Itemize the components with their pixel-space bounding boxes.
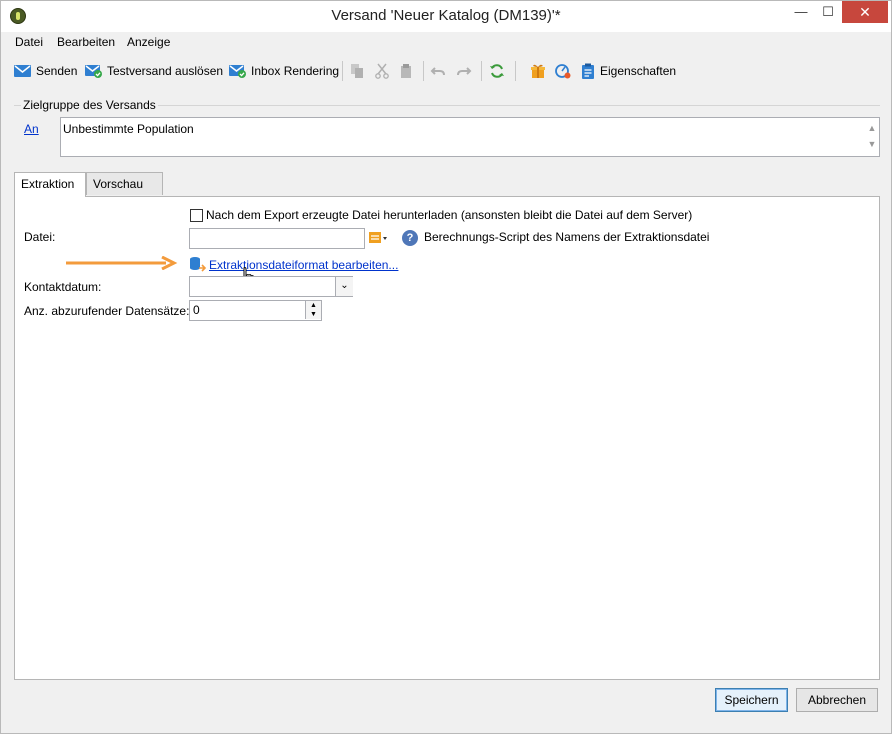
test-send-label: Testversand auslösen	[107, 64, 224, 78]
file-input[interactable]	[189, 228, 365, 249]
spin-down-icon[interactable]: ▼	[305, 310, 321, 319]
tab-extraction[interactable]: Extraktion	[14, 172, 86, 197]
copy-icon[interactable]	[349, 63, 365, 79]
expression-editor-icon[interactable]	[368, 230, 388, 246]
spin-up-icon[interactable]: ▲	[305, 301, 321, 310]
population-scrollbar[interactable]: ▲ ▼	[866, 120, 878, 154]
toolbar-separator	[342, 61, 343, 81]
maximize-button[interactable]: ☐	[814, 1, 842, 23]
envelope-check-icon	[85, 65, 102, 78]
refresh-icon[interactable]	[489, 63, 505, 79]
chevron-down-icon[interactable]: ⌄	[335, 277, 353, 296]
toolbar: Senden Testversand auslösen Inbox Render…	[1, 57, 891, 85]
toolbar-separator	[515, 61, 516, 81]
undo-icon[interactable]	[430, 63, 446, 79]
menu-datei[interactable]: Datei	[15, 35, 43, 49]
gauge-icon[interactable]	[555, 63, 571, 79]
audience-group-label: Zielgruppe des Versands	[21, 98, 158, 112]
window-title: Versand 'Neuer Katalog (DM139)'*	[331, 7, 561, 24]
contact-date-label: Kontaktdatum:	[24, 280, 102, 294]
paste-icon[interactable]	[398, 63, 414, 79]
file-label: Datei:	[24, 230, 56, 244]
save-button[interactable]: Speichern	[715, 688, 788, 712]
records-spinner[interactable]: ▲ ▼	[305, 301, 321, 320]
menu-bar: Datei Bearbeiten Anzeige	[1, 32, 891, 52]
send-button[interactable]: Senden	[14, 61, 77, 81]
arrow-annotation-icon	[66, 256, 178, 270]
records-label: Anz. abzurufender Datensätze:	[24, 304, 190, 318]
database-export-icon	[190, 257, 207, 272]
minimize-button[interactable]: —	[787, 1, 815, 23]
download-checkbox-label: Nach dem Export erzeugte Datei herunterl…	[206, 208, 693, 222]
envelope-check-icon	[229, 65, 246, 78]
redo-icon[interactable]	[456, 63, 472, 79]
menu-anzeige[interactable]: Anzeige	[127, 35, 170, 49]
help-icon[interactable]: ?	[402, 230, 418, 246]
cancel-button[interactable]: Abbrechen	[796, 688, 878, 712]
clipboard-icon	[582, 63, 594, 79]
menu-bearbeiten[interactable]: Bearbeiten	[57, 35, 115, 49]
edit-format-link[interactable]: Extraktionsdateiformat bearbeiten...	[209, 258, 398, 272]
inbox-rendering-button[interactable]: Inbox Rendering	[229, 61, 339, 81]
to-link[interactable]: An	[24, 122, 39, 136]
population-text: Unbestimmte Population	[63, 122, 194, 136]
properties-button[interactable]: Eigenschaften	[581, 61, 676, 81]
envelope-icon	[14, 65, 31, 77]
title-bar: Versand 'Neuer Katalog (DM139)'* — ☐ ✕	[1, 1, 891, 32]
contact-date-select[interactable]	[189, 276, 353, 297]
close-button[interactable]: ✕	[842, 1, 888, 23]
records-stepper[interactable]: 0	[189, 300, 322, 321]
script-label: Berechnungs-Script des Namens der Extrak…	[424, 230, 710, 244]
tab-preview[interactable]: Vorschau	[86, 172, 163, 195]
population-field[interactable]: Unbestimmte Population ▲ ▼	[60, 117, 880, 157]
toolbar-separator	[423, 61, 424, 81]
test-send-button[interactable]: Testversand auslösen	[85, 61, 223, 81]
toolbar-separator	[481, 61, 482, 81]
gift-icon[interactable]	[530, 63, 546, 79]
main-window: Versand 'Neuer Katalog (DM139)'* — ☐ ✕ D…	[0, 0, 892, 734]
cut-icon[interactable]	[374, 63, 390, 79]
properties-label: Eigenschaften	[600, 64, 677, 78]
download-checkbox[interactable]	[190, 209, 203, 222]
send-label: Senden	[36, 64, 78, 78]
inbox-rendering-label: Inbox Rendering	[251, 64, 340, 78]
